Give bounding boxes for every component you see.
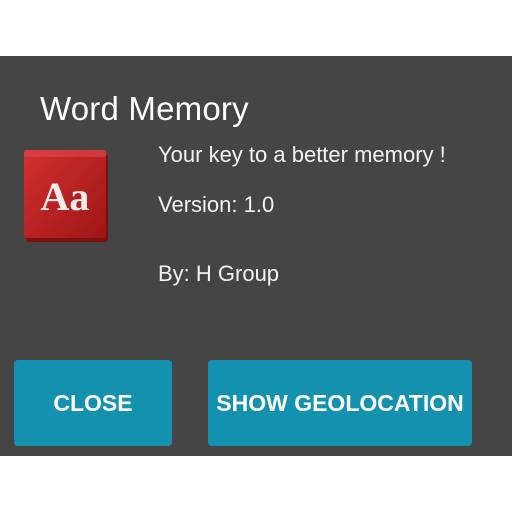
app-tagline: Your key to a better memory ! xyxy=(158,142,446,167)
about-dialog: Word Memory Aa Your key to a better memo… xyxy=(0,56,512,456)
dialog-title: Word Memory xyxy=(40,90,249,127)
book-icon-text: Aa xyxy=(41,174,90,219)
close-button[interactable]: CLOSE xyxy=(14,360,172,446)
book-aa-icon: Aa xyxy=(22,148,110,244)
show-geolocation-button[interactable]: SHOW GEOLOCATION xyxy=(208,360,472,446)
app-author: By: H Group xyxy=(158,261,280,286)
app-version: Version: 1.0 xyxy=(158,192,275,217)
